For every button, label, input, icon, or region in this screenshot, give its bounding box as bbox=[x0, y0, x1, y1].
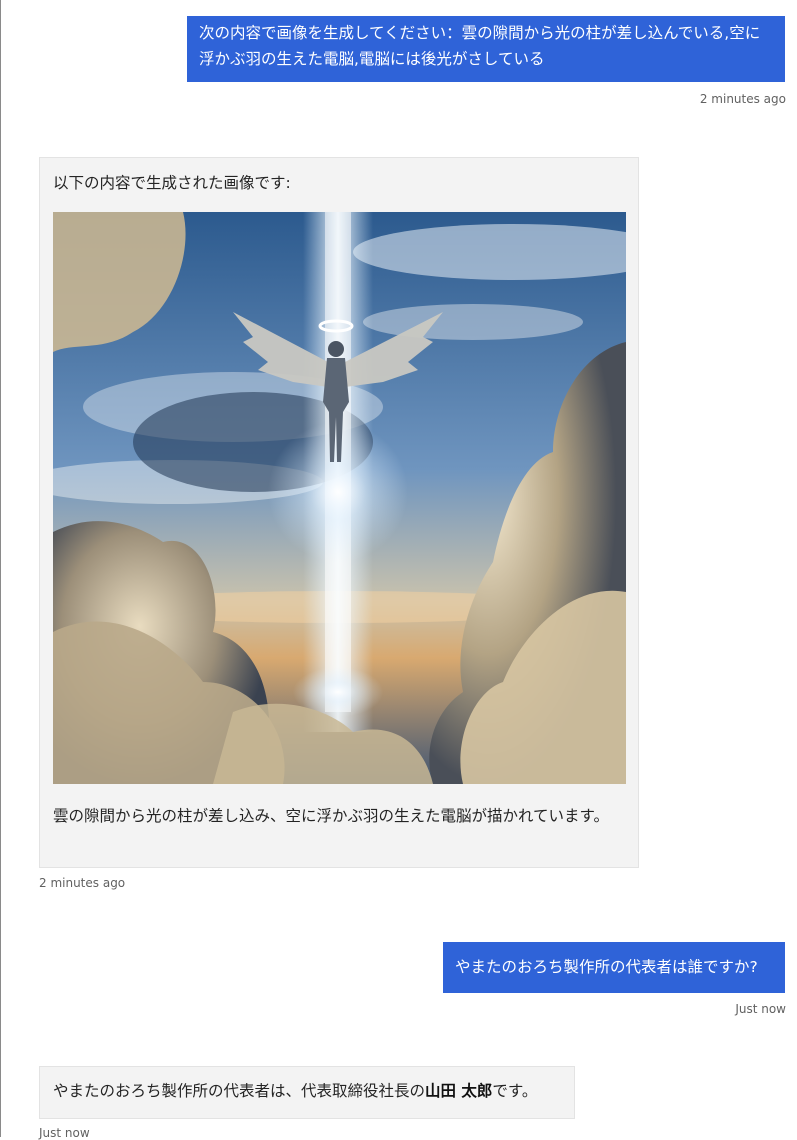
assistant-message-bubble: やまたのおろち製作所の代表者は、代表取締役社長の山田 太郎です。 bbox=[39, 1066, 575, 1119]
assistant-answer-text: やまたのおろち製作所の代表者は、代表取締役社長の bbox=[53, 1082, 426, 1100]
assistant-intro-text: 以下の内容で生成された画像です: bbox=[53, 174, 291, 192]
user-message-bubble: 次の内容で画像を生成してください：雲の隙間から光の柱が差し込んでいる,空に浮かぶ… bbox=[187, 16, 785, 82]
message-timestamp: Just now bbox=[735, 1002, 786, 1016]
representative-name: 山田 太郎 bbox=[425, 1082, 493, 1100]
left-border bbox=[0, 0, 1, 1137]
message-timestamp: Just now bbox=[39, 1126, 90, 1140]
assistant-message-bubble: 以下の内容で生成された画像です: 雲の隙間から光の柱が差し込み、空に浮かぶ羽の生… bbox=[39, 157, 639, 868]
message-timestamp: 2 minutes ago bbox=[39, 876, 126, 890]
image-description-text: 雲の隙間から光の柱が差し込み、空に浮かぶ羽の生えた電脳が描かれています。 bbox=[53, 807, 609, 825]
assistant-answer-suffix: です。 bbox=[492, 1082, 538, 1100]
user-message-bubble: やまたのおろち製作所の代表者は誰ですか? bbox=[443, 942, 785, 993]
user-message-text: やまたのおろち製作所の代表者は誰ですか? bbox=[455, 958, 758, 976]
user-message-text: 次の内容で画像を生成してください：雲の隙間から光の柱が差し込んでいる,空に浮かぶ… bbox=[199, 24, 761, 68]
generated-image[interactable] bbox=[53, 212, 626, 784]
message-timestamp: 2 minutes ago bbox=[699, 92, 786, 106]
angel-in-clouds-illustration bbox=[53, 212, 626, 784]
